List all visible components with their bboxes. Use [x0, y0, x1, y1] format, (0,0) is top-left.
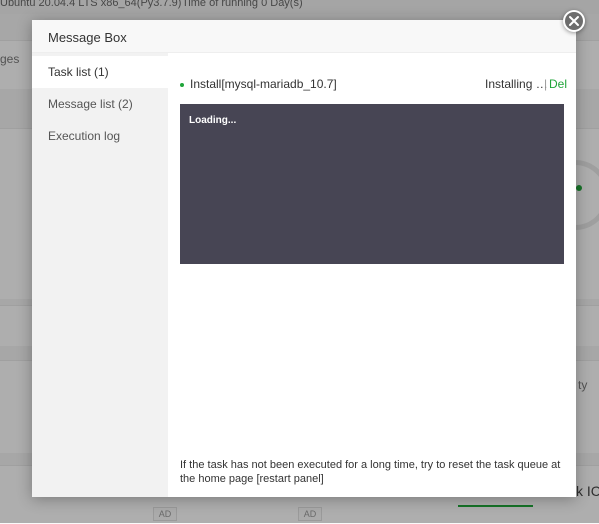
sidebar-item-label: Message list (2) — [48, 97, 133, 111]
sidebar-item-label: Execution log — [48, 129, 121, 143]
message-box-modal: Message Box Task list (1) Message list (… — [32, 20, 576, 497]
task-status-dot — [180, 83, 184, 87]
task-queue-hint: If the task has not been executed for a … — [180, 459, 561, 485]
delete-task-link[interactable]: Del — [549, 77, 567, 91]
task-name: Install[mysql-mariadb_10.7] — [190, 77, 337, 91]
sidebar-item-task-list[interactable]: Task list (1) — [32, 56, 168, 88]
task-status: Installing … — [485, 77, 548, 91]
task-row: Install[mysql-mariadb_10.7] Installing …… — [180, 77, 567, 93]
sidebar-item-label: Task list (1) — [48, 65, 109, 79]
modal-title: Message Box — [48, 30, 127, 45]
task-list-panel: Install[mysql-mariadb_10.7] Installing …… — [168, 53, 576, 497]
sidebar-item-message-list[interactable]: Message list (2) — [32, 88, 168, 120]
task-separator: | — [544, 77, 548, 91]
sidebar-item-execution-log[interactable]: Execution log — [32, 120, 168, 152]
install-log-console[interactable]: Loading... — [180, 104, 564, 264]
modal-sidebar: Task list (1) Message list (2) Execution… — [32, 53, 168, 497]
console-output: Loading... — [189, 115, 237, 126]
modal-header: Message Box — [32, 20, 576, 53]
close-button[interactable] — [563, 10, 585, 32]
close-icon-glyph — [569, 16, 579, 26]
